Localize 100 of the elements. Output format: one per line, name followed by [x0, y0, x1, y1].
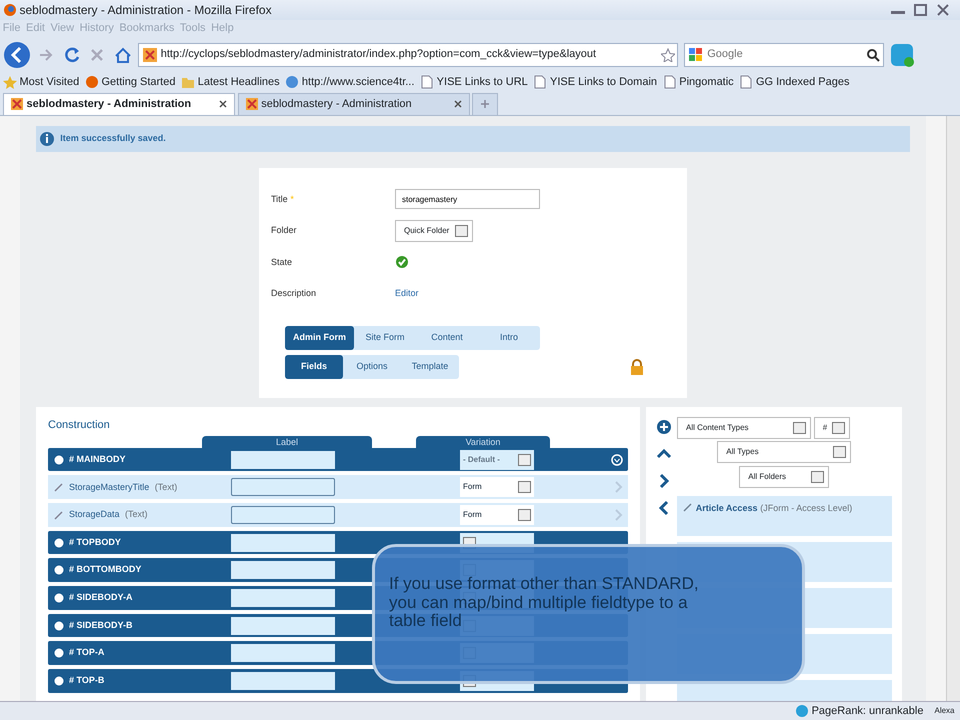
info-icon [38, 130, 55, 147]
dropdown-icon[interactable] [518, 508, 531, 521]
required-marker: * [290, 192, 294, 206]
dot-icon[interactable] [54, 620, 64, 630]
field-name: # MAINBODY [69, 452, 126, 466]
field-label: State [271, 256, 292, 269]
editor-link[interactable]: Editor [395, 287, 419, 301]
browser-tab[interactable]: seblodmastery - Administration [238, 92, 470, 115]
dropdown-icon[interactable] [518, 481, 531, 494]
back-icon[interactable] [2, 40, 31, 68]
filter-select[interactable]: All Folders [739, 466, 830, 488]
label-input[interactable] [231, 478, 335, 496]
label-input[interactable] [231, 588, 335, 607]
state-icon[interactable] [395, 255, 409, 270]
dot-icon[interactable] [54, 676, 64, 686]
bookmark-link[interactable]: Latest Headlines [198, 74, 280, 90]
success-message: Item successfully saved. [60, 132, 166, 146]
label-input[interactable] [231, 644, 335, 662]
form-tab[interactable]: Site Form [354, 326, 416, 350]
label-input[interactable] [231, 616, 335, 634]
form-tab[interactable]: Admin Form [285, 326, 354, 350]
variation-select[interactable]: Form [460, 504, 534, 525]
label-input[interactable] [231, 672, 335, 690]
field-type: (Text) [154, 480, 178, 494]
bookmark-link[interactable]: Pingomatic [679, 74, 734, 90]
dropdown-icon[interactable] [811, 471, 824, 484]
filter-select[interactable]: # [814, 416, 850, 439]
column-header: Variation [416, 436, 550, 448]
lock-icon[interactable] [629, 358, 645, 376]
field-label: Folder [271, 224, 297, 238]
field-type: (JForm - Access Level) [760, 503, 852, 514]
add-icon[interactable] [656, 419, 672, 436]
bookmark-link[interactable]: Getting Started [101, 74, 176, 90]
site-icon [10, 97, 24, 112]
search-field[interactable]: Google [684, 42, 884, 66]
label-input[interactable] [231, 534, 335, 552]
browser-tab[interactable]: seblodmastery - Administration [2, 92, 235, 115]
label-input[interactable] [231, 561, 335, 580]
site-icon [244, 97, 258, 112]
new-tab-button[interactable] [472, 92, 498, 115]
filter-select[interactable]: All Types [717, 441, 852, 464]
bookmark-link[interactable]: YISE Links to Domain [550, 74, 658, 90]
dot-icon[interactable] [54, 454, 64, 465]
field-name: # TOP-A [69, 646, 104, 660]
folder-select[interactable]: Quick Folder [395, 220, 473, 242]
field-name: # TOP-B [69, 674, 104, 688]
dropdown-icon[interactable] [832, 422, 845, 434]
label-input[interactable] [231, 506, 335, 524]
skype-icon[interactable] [889, 42, 916, 68]
close-icon[interactable] [452, 99, 462, 110]
site-icon [142, 46, 158, 62]
variation-select[interactable]: Form [460, 477, 534, 498]
dot-icon[interactable] [54, 538, 64, 548]
plus-icon [480, 99, 490, 110]
form-tab[interactable]: Fields [285, 355, 343, 379]
field-type: (Text) [125, 508, 148, 522]
dropdown-icon[interactable] [833, 446, 846, 458]
column-header: Label [202, 436, 372, 448]
dot-icon[interactable] [54, 565, 64, 576]
dropdown-icon[interactable] [454, 224, 468, 237]
bookmark-link[interactable]: YISE Links to URL [436, 74, 528, 90]
window-title: seblodmastery - Administration - Mozilla Firefox [20, 2, 273, 20]
dot-icon[interactable] [54, 592, 64, 603]
star-icon [2, 74, 17, 89]
field-name: # TOPBODY [69, 536, 121, 549]
form-tab[interactable]: Template [401, 355, 459, 379]
bookmark-link[interactable]: http://www.science4tr... [302, 74, 414, 90]
dot-icon[interactable] [54, 648, 64, 658]
bookmark-link[interactable]: Most Visited [20, 74, 80, 90]
callout-tooltip: If you use format other than STANDARD, you can map/bind multiple fieldtype to a table field [372, 544, 805, 684]
form-tab[interactable]: Options [343, 355, 401, 379]
dropdown-icon[interactable] [518, 454, 531, 466]
field-name: # BOTTOMBODY [69, 563, 142, 576]
address-text: http://cyclops/seblodmastery/administrator/index.php?option=com_cck&view=type&layout [160, 47, 598, 62]
bookmark-link[interactable]: GG Indexed Pages [756, 74, 850, 90]
close-icon[interactable] [218, 99, 228, 110]
address-bar[interactable]: http://cyclops/seblodmastery/administrator/index.php?option=com_cck&view=type&layout [138, 42, 678, 66]
star-icon[interactable] [660, 48, 674, 62]
label-input[interactable] [231, 450, 335, 469]
form-tab[interactable]: Intro [478, 326, 540, 350]
pencil-icon[interactable] [54, 510, 64, 520]
firefox-icon [2, 3, 17, 18]
dropdown-icon[interactable] [793, 422, 806, 434]
title-input[interactable]: storagemastery [395, 189, 540, 210]
form-tab[interactable]: Content [416, 326, 478, 350]
pencil-icon[interactable] [54, 482, 64, 492]
search-icon[interactable] [866, 48, 880, 62]
globe-icon [84, 74, 99, 89]
feed-icon [285, 74, 300, 89]
field-name: StorageData [69, 508, 120, 522]
search-engine-icon[interactable] [688, 47, 702, 62]
status-text: PageRank: unrankable [812, 704, 924, 718]
variation-select[interactable]: - Default - [460, 450, 534, 470]
field-name: # SIDEBODY-B [69, 618, 133, 632]
page-icon [420, 74, 434, 89]
scrollbar[interactable] [946, 116, 960, 701]
filter-select[interactable]: All Content Types [677, 416, 811, 439]
field-label: Description [271, 287, 316, 300]
pencil-icon[interactable] [683, 502, 693, 512]
chevron-circle-icon[interactable] [610, 454, 622, 466]
